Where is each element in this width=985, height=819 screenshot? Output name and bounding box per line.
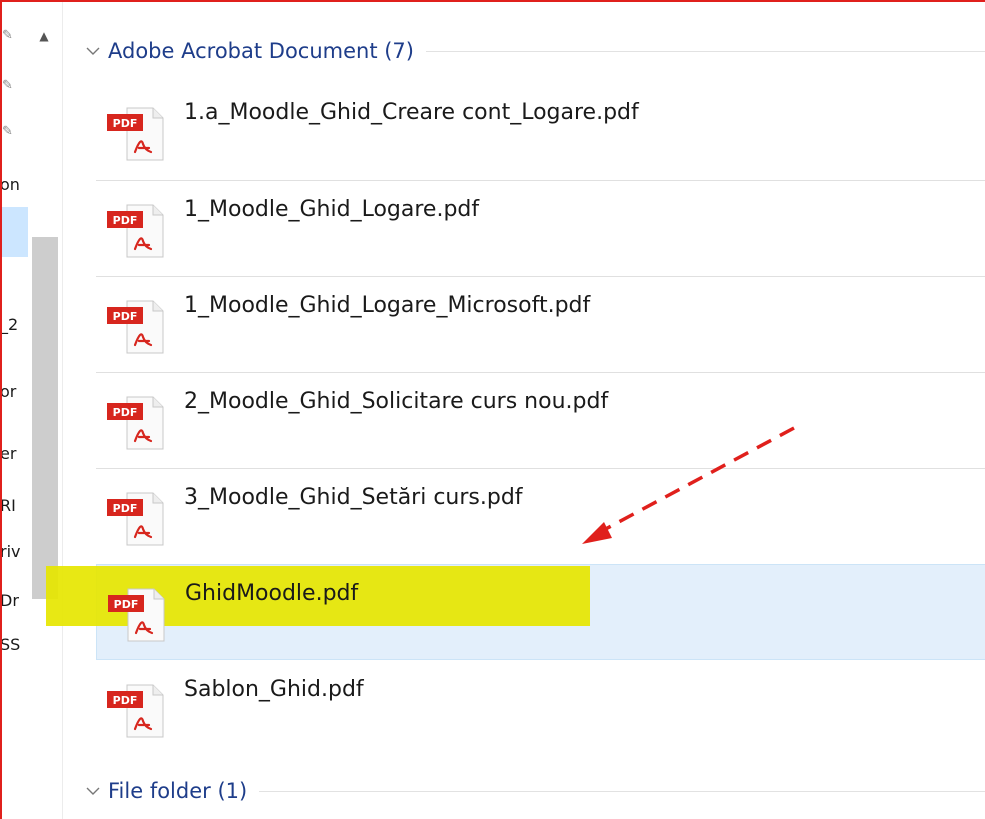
file-name: 1_Moodle_Ghid_Logare.pdf	[184, 197, 480, 222]
pdf-icon: PDF	[107, 492, 164, 546]
nav-item[interactable]: RI	[0, 496, 30, 516]
chevron-down-icon	[86, 47, 100, 55]
svg-text:PDF: PDF	[114, 598, 139, 611]
file-name: 2_Moodle_Ghid_Solicitare curs nou.pdf	[184, 389, 609, 414]
file-name: 1.a_Moodle_Ghid_Creare cont_Logare.pdf	[184, 100, 639, 125]
nav-item[interactable]: or	[0, 382, 30, 402]
file-name: 1_Moodle_Ghid_Logare_Microsoft.pdf	[184, 293, 591, 318]
nav-item[interactable]: SS	[0, 635, 30, 655]
file-row[interactable]: PDF 1_Moodle_Ghid_Logare.pdf	[96, 181, 985, 277]
svg-text:PDF: PDF	[113, 406, 138, 419]
file-name: Sablon_Ghid.pdf	[184, 677, 364, 702]
file-name: GhidMoodle.pdf	[185, 581, 359, 606]
nav-selected-item[interactable]	[2, 207, 28, 257]
nav-item[interactable]: Dr	[0, 591, 30, 611]
file-row[interactable]: PDF 2_Moodle_Ghid_Solicitare curs nou.pd…	[96, 373, 985, 469]
navigation-pane[interactable]: ✎ ✎ ✎ ▲ on _2 or er RI riv Dr SS	[0, 0, 62, 819]
scroll-up-arrow-icon[interactable]: ▲	[33, 26, 55, 46]
file-row[interactable]: PDF 3_Moodle_Ghid_Setări curs.pdf	[96, 469, 985, 565]
svg-text:PDF: PDF	[113, 310, 138, 323]
pin-icon: ✎	[2, 78, 13, 93]
file-row[interactable]: PDF 1_Moodle_Ghid_Logare_Microsoft.pdf	[96, 277, 985, 373]
group-header-file-folder[interactable]: File folder (1)	[84, 776, 985, 806]
file-name: 3_Moodle_Ghid_Setări curs.pdf	[184, 485, 523, 510]
group-label: Adobe Acrobat Document (7)	[108, 39, 414, 63]
svg-text:PDF: PDF	[113, 117, 138, 130]
group-divider	[259, 790, 985, 792]
pdf-icon: PDF	[108, 588, 165, 642]
nav-item[interactable]: on	[0, 175, 30, 195]
pdf-icon: PDF	[107, 107, 164, 161]
pin-icon: ✎	[2, 124, 13, 139]
dashed-arrow-annotation-icon	[582, 426, 795, 544]
group-header-adobe-acrobat[interactable]: Adobe Acrobat Document (7)	[84, 36, 985, 66]
pdf-icon: PDF	[107, 396, 164, 450]
pdf-icon: PDF	[107, 204, 164, 258]
nav-item[interactable]: er	[0, 444, 30, 464]
svg-text:PDF: PDF	[113, 502, 138, 515]
file-row[interactable]: PDF 1.a_Moodle_Ghid_Creare cont_Logare.p…	[96, 84, 985, 180]
nav-item[interactable]: _2	[0, 315, 30, 335]
nav-item[interactable]: riv	[0, 542, 30, 562]
navigation-scrollbar[interactable]	[32, 237, 58, 599]
svg-text:PDF: PDF	[113, 694, 138, 707]
svg-text:PDF: PDF	[113, 214, 138, 227]
group-divider	[426, 50, 985, 52]
pane-divider	[62, 0, 63, 819]
chevron-down-icon	[86, 787, 100, 795]
file-row[interactable]: PDF Sablon_Ghid.pdf	[96, 661, 985, 757]
pin-icon: ✎	[2, 28, 13, 43]
pdf-icon: PDF	[107, 684, 164, 738]
group-label: File folder (1)	[108, 779, 248, 803]
pdf-icon: PDF	[107, 300, 164, 354]
